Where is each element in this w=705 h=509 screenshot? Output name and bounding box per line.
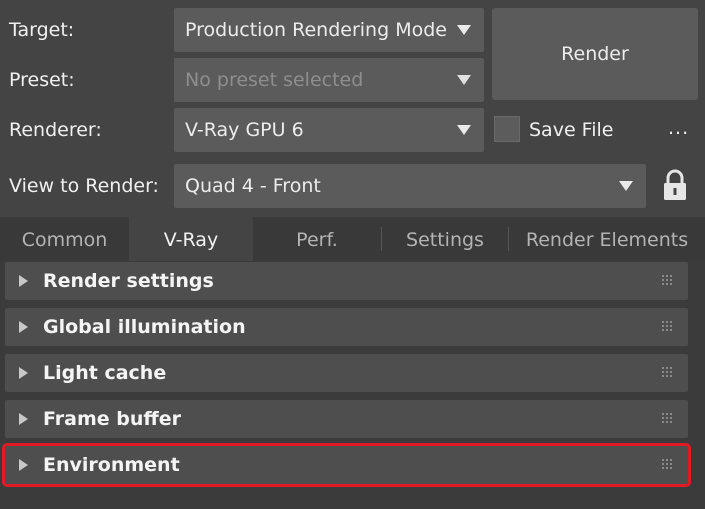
rollout-light-cache[interactable]: Light cache	[5, 354, 688, 392]
expand-arrow-icon	[19, 321, 28, 333]
target-label: Target:	[9, 19, 75, 41]
save-file-checkbox[interactable]	[494, 116, 520, 142]
tab-perf[interactable]: Perf.	[253, 217, 381, 261]
target-value: Production Rendering Mode	[185, 19, 447, 41]
chevron-down-icon	[457, 125, 471, 135]
rollout-global-illumination[interactable]: Global illumination	[5, 308, 688, 346]
drag-handle-icon[interactable]	[662, 413, 674, 425]
save-file-label: Save File	[529, 119, 614, 141]
rollout-title: Global illumination	[43, 316, 246, 338]
tab-bar: Common V-Ray Perf. Settings Render Eleme…	[0, 217, 705, 261]
preset-value: No preset selected	[185, 69, 364, 91]
rollout-title: Environment	[43, 454, 180, 476]
view-to-render-label: View to Render:	[9, 175, 159, 197]
tab-render-elements[interactable]: Render Elements	[509, 217, 705, 261]
chevron-down-icon	[457, 25, 471, 35]
chevron-down-icon	[619, 181, 633, 191]
renderer-value: V-Ray GPU 6	[185, 119, 304, 141]
lock-icon[interactable]	[661, 168, 689, 202]
rollout-title: Light cache	[43, 362, 167, 384]
tab-vray[interactable]: V-Ray	[129, 217, 253, 261]
renderer-label: Renderer:	[9, 119, 102, 141]
rollout-panel: Render settings Global illumination Ligh…	[0, 261, 705, 509]
render-setup-header: Target: Production Rendering Mode Preset…	[0, 0, 705, 217]
rollout-frame-buffer[interactable]: Frame buffer	[5, 400, 688, 438]
drag-handle-icon[interactable]	[662, 367, 674, 379]
preset-label: Preset:	[9, 69, 75, 91]
view-to-render-value: Quad 4 - Front	[185, 175, 321, 197]
view-to-render-dropdown[interactable]: Quad 4 - Front	[174, 164, 646, 208]
target-dropdown[interactable]: Production Rendering Mode	[174, 8, 484, 52]
expand-arrow-icon	[19, 413, 28, 425]
tab-common[interactable]: Common	[0, 217, 129, 261]
renderer-dropdown[interactable]: V-Ray GPU 6	[174, 108, 484, 152]
tab-settings[interactable]: Settings	[382, 217, 508, 261]
expand-arrow-icon	[19, 367, 28, 379]
rollout-environment[interactable]: Environment	[2, 443, 691, 487]
chevron-down-icon	[457, 75, 471, 85]
drag-handle-icon[interactable]	[662, 275, 674, 287]
render-button[interactable]: Render	[492, 8, 698, 100]
expand-arrow-icon	[19, 459, 28, 471]
expand-arrow-icon	[19, 275, 28, 287]
rollout-title: Render settings	[43, 270, 214, 292]
rollout-title: Frame buffer	[43, 408, 182, 430]
more-options-button[interactable]: ...	[668, 117, 689, 139]
drag-handle-icon[interactable]	[662, 321, 674, 333]
drag-handle-icon[interactable]	[662, 459, 674, 471]
rollout-render-settings[interactable]: Render settings	[5, 262, 688, 300]
preset-dropdown[interactable]: No preset selected	[174, 58, 484, 102]
